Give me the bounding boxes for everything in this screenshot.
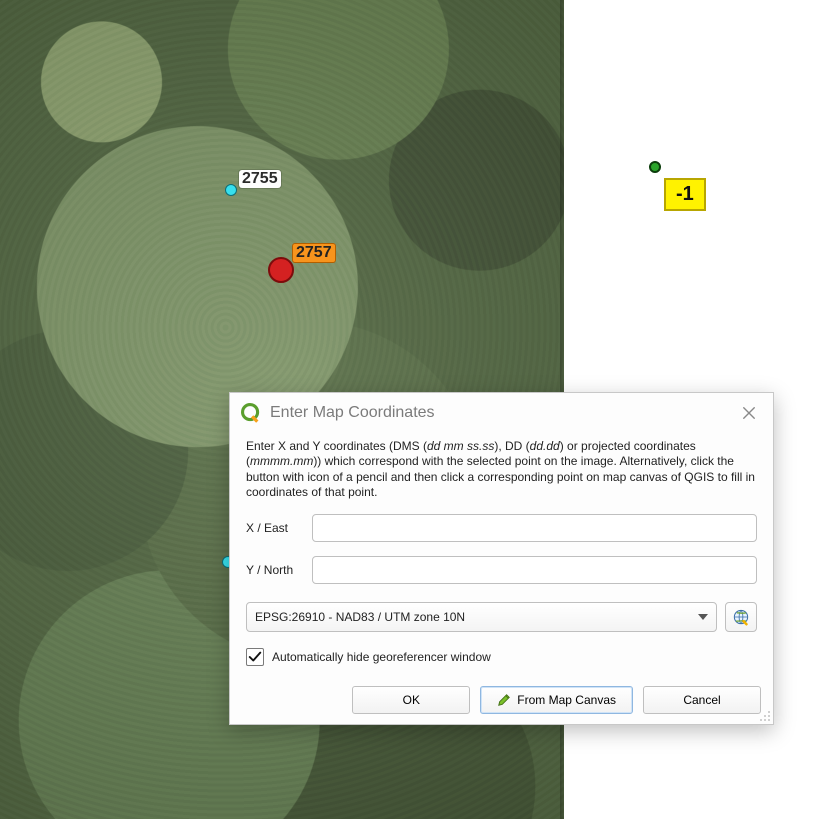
qgis-logo-icon bbox=[240, 402, 262, 424]
ok-button-label: OK bbox=[403, 693, 420, 707]
ref-label-2757: 2757 bbox=[293, 244, 335, 262]
globe-icon bbox=[731, 607, 751, 627]
cancel-button-label: Cancel bbox=[683, 693, 720, 707]
ref-point-2755[interactable] bbox=[225, 184, 237, 196]
from-map-canvas-button[interactable]: From Map Canvas bbox=[480, 686, 633, 714]
y-north-input[interactable] bbox=[312, 556, 757, 584]
dialog-titlebar[interactable]: Enter Map Coordinates bbox=[230, 393, 773, 433]
ref-point-2757-selected[interactable] bbox=[268, 257, 294, 283]
x-east-label: X / East bbox=[246, 521, 300, 535]
y-north-label: Y / North bbox=[246, 563, 300, 577]
x-east-input[interactable] bbox=[312, 514, 757, 542]
close-button[interactable] bbox=[735, 399, 763, 427]
ok-button[interactable]: OK bbox=[352, 686, 470, 714]
check-icon bbox=[248, 650, 262, 664]
crs-picker-button[interactable] bbox=[725, 602, 757, 632]
cancel-button[interactable]: Cancel bbox=[643, 686, 761, 714]
auto-hide-label: Automatically hide georeferencer window bbox=[272, 650, 491, 664]
crs-dropdown-value: EPSG:26910 - NAD83 / UTM zone 10N bbox=[255, 610, 465, 624]
gcp-label-neg1: -1 bbox=[664, 178, 706, 211]
ref-label-2755: 2755 bbox=[239, 170, 281, 188]
dialog-description: Enter X and Y coordinates (DMS (dd mm ss… bbox=[246, 439, 757, 500]
enter-map-coordinates-dialog: Enter Map Coordinates Enter X and Y coor… bbox=[229, 392, 774, 725]
chevron-down-icon bbox=[698, 614, 708, 620]
gcp-point-neg1[interactable] bbox=[649, 161, 661, 173]
pencil-icon bbox=[497, 693, 511, 707]
crs-dropdown[interactable]: EPSG:26910 - NAD83 / UTM zone 10N bbox=[246, 602, 717, 632]
from-map-canvas-label: From Map Canvas bbox=[517, 693, 616, 707]
auto-hide-checkbox[interactable] bbox=[246, 648, 264, 666]
dialog-title: Enter Map Coordinates bbox=[270, 404, 727, 422]
resize-grip-icon[interactable] bbox=[757, 708, 771, 722]
